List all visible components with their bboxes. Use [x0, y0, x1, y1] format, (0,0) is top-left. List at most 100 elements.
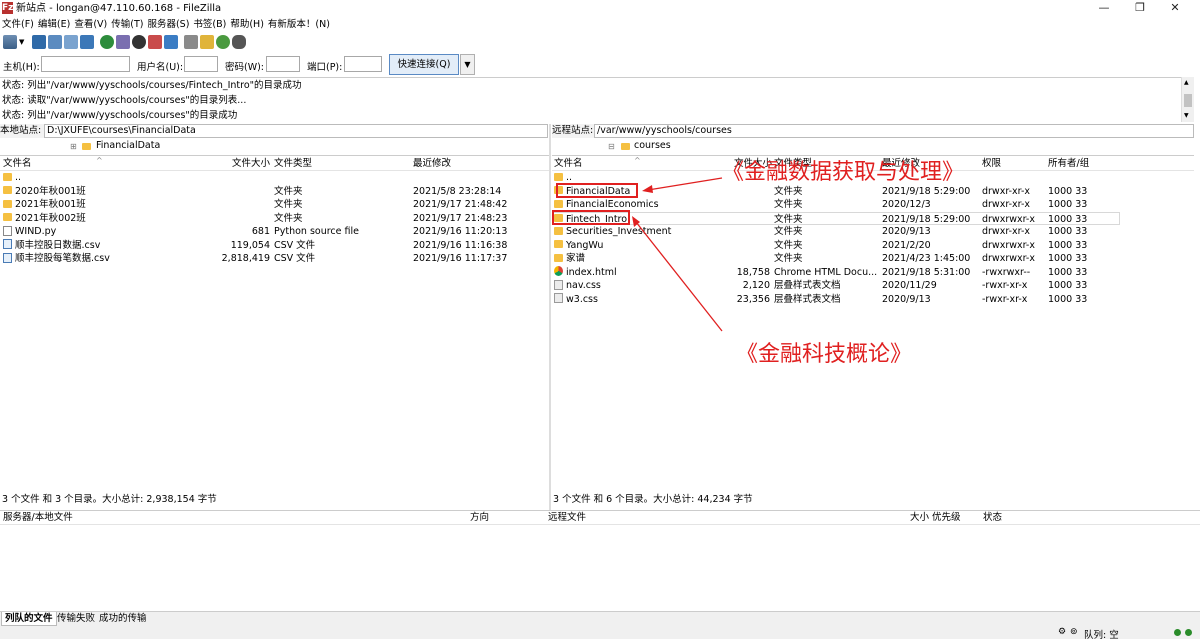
python-file-icon	[3, 225, 12, 236]
css-file-icon	[554, 293, 563, 303]
col-modified[interactable]: 最近修改	[413, 157, 451, 171]
menu-help[interactable]: 帮助(H)	[228, 17, 266, 32]
col-filetype[interactable]: 文件类型	[274, 157, 312, 171]
local-tree-node[interactable]: FinancialData	[96, 139, 160, 153]
file-type: 文件夹	[274, 199, 303, 210]
col-filename[interactable]: 文件名	[554, 157, 583, 171]
file-modified: 2021/2/20	[882, 239, 931, 251]
expand-icon[interactable]: ⊞	[70, 140, 77, 154]
scroll-down-icon[interactable]: ▼	[1184, 112, 1189, 119]
file-permissions: drwxr-xr-x	[982, 199, 1031, 210]
reconnect-icon[interactable]	[164, 34, 179, 49]
file-name: YangWu	[566, 239, 604, 251]
queue-icon[interactable]	[80, 34, 95, 49]
local-tree-icon[interactable]	[48, 34, 63, 49]
pane-splitter[interactable]	[549, 124, 551, 510]
file-modified: 2020/9/13	[882, 293, 931, 305]
menu-bookmarks[interactable]: 书签(B)	[191, 17, 228, 32]
col-size[interactable]: 大小	[910, 511, 929, 525]
scroll-thumb[interactable]	[1184, 94, 1192, 107]
table-row[interactable]: nav.css 2,120 层叠样式表文档 2020/11/29 -rwxr-x…	[552, 279, 1194, 293]
close-icon[interactable]: ✕	[1168, 2, 1182, 14]
site-manager-icon[interactable]	[3, 34, 17, 49]
file-permissions: -rwxr-xr-x	[982, 280, 1028, 291]
menu-new-version[interactable]: 有新版本！(N)	[266, 17, 332, 32]
minimize-icon[interactable]: —	[1097, 2, 1111, 14]
log-scrollbar[interactable]: ▲ ▼	[1181, 77, 1194, 122]
table-row[interactable]: 家谱 文件夹 2021/4/23 1:45:00 drwxrwxr-x 1000…	[552, 252, 1194, 266]
tab-queued-files[interactable]: 列队的文件	[1, 612, 57, 626]
col-filename[interactable]: 文件名	[3, 157, 32, 171]
file-size: 18,758	[736, 266, 770, 278]
password-input[interactable]	[266, 56, 300, 72]
remote-status: 3 个文件 和 6 个目录。大小总计: 44,234 字节	[553, 494, 753, 505]
file-modified: 2020/9/13	[882, 226, 931, 237]
menu-transfer[interactable]: 传输(T)	[109, 17, 145, 32]
file-type: Chrome HTML Docu...	[774, 266, 878, 278]
table-row[interactable]: 2021年秋002班 文件夹 2021/9/17 21:48:23	[0, 212, 549, 226]
local-path-input[interactable]: D:\JXUFE\courses\FinancialData	[44, 124, 548, 138]
menu-file[interactable]: 文件(F)	[0, 17, 36, 32]
col-filesize[interactable]: 文件大小	[232, 157, 270, 171]
table-row[interactable]: index.html 18,758 Chrome HTML Docu... 20…	[552, 266, 1194, 280]
cancel-icon[interactable]	[132, 34, 147, 49]
host-input[interactable]	[41, 56, 130, 72]
file-modified: 2021/9/16 11:16:38	[413, 239, 508, 251]
sync-browse-icon[interactable]	[216, 34, 231, 49]
file-permissions: drwxr-xr-x	[982, 185, 1031, 197]
table-row[interactable]: FinancialData 文件夹 2021/9/18 5:29:00 drwx…	[552, 185, 1194, 199]
tab-successful-transfers[interactable]: 成功的传输	[96, 612, 150, 626]
table-row[interactable]: YangWu 文件夹 2021/2/20 drwxrwxr-x 1000 33	[552, 239, 1194, 253]
remote-tree-node[interactable]: courses	[634, 139, 671, 153]
table-row[interactable]: ..	[0, 171, 549, 185]
remote-path-input[interactable]: /var/www/yyschools/courses	[594, 124, 1194, 138]
username-input[interactable]	[184, 56, 218, 72]
table-row[interactable]: 2020年秋001班 文件夹 2021/5/8 23:28:14	[0, 185, 549, 199]
file-owner: 1000 33	[1048, 266, 1088, 278]
col-permissions[interactable]: 权限	[982, 157, 1001, 171]
table-row[interactable]: Fintech_Intro 文件夹 2021/9/18 5:29:00 drwx…	[552, 211, 1120, 225]
refresh-icon[interactable]	[100, 34, 115, 49]
file-modified: 2021/9/17 21:48:23	[413, 212, 508, 224]
file-name: ..	[566, 172, 573, 183]
remote-tree-icon[interactable]	[64, 34, 79, 49]
col-server-local-file[interactable]: 服务器/本地文件	[3, 511, 73, 525]
col-owner[interactable]: 所有者/组	[1048, 157, 1089, 171]
menu-view[interactable]: 查看(V)	[72, 17, 109, 32]
table-row[interactable]: 2021年秋001班 文件夹 2021/9/17 21:48:42	[0, 198, 549, 212]
process-queue-icon[interactable]	[116, 34, 131, 49]
maximize-icon[interactable]: ❐	[1133, 2, 1147, 14]
port-input[interactable]	[344, 56, 382, 72]
col-priority[interactable]: 优先级	[932, 511, 961, 525]
site-manager-dropdown-icon[interactable]: ▼	[19, 38, 24, 46]
disconnect-icon[interactable]	[148, 34, 163, 49]
table-row[interactable]: Securities_Investment 文件夹 2020/9/13 drwx…	[552, 225, 1194, 239]
table-row[interactable]: FinancialEconomics 文件夹 2020/12/3 drwxr-x…	[552, 198, 1194, 212]
filter-icon[interactable]	[184, 34, 199, 49]
find-binoculars-icon[interactable]	[232, 34, 247, 49]
folder-icon	[3, 199, 12, 208]
collapse-icon[interactable]: ⊟	[608, 140, 615, 154]
menu-server[interactable]: 服务器(S)	[145, 17, 191, 32]
file-permissions: drwxr-xr-x	[982, 226, 1031, 237]
scroll-up-icon[interactable]: ▲	[1184, 79, 1189, 86]
quickconnect-dropdown-icon[interactable]: ▼	[460, 54, 475, 75]
table-row[interactable]: 顺丰控股日数据.csv 119,054 CSV 文件 2021/9/16 11:…	[0, 239, 549, 253]
table-row[interactable]: WIND.py 681 Python source file 2021/9/16…	[0, 225, 549, 239]
quickconnect-button[interactable]: 快速连接(Q)	[389, 54, 459, 75]
local-tree: ⊞ FinancialData	[0, 139, 549, 156]
folder-icon	[554, 172, 563, 181]
port-label: 端口(P):	[307, 62, 343, 73]
file-modified: 2021/9/17 21:48:42	[413, 199, 508, 210]
table-row[interactable]: 顺丰控股每笔数据.csv 2,818,419 CSV 文件 2021/9/16 …	[0, 252, 549, 266]
table-row[interactable]: w3.css 23,356 层叠样式表文档 2020/9/13 -rwxr-xr…	[552, 293, 1194, 307]
col-status[interactable]: 状态	[983, 511, 1002, 525]
compare-icon[interactable]	[200, 34, 215, 49]
message-log-icon[interactable]	[32, 34, 47, 49]
menu-edit[interactable]: 编辑(E)	[36, 17, 72, 32]
tab-failed-transfers[interactable]: 传输失败	[54, 612, 98, 626]
col-remote-file[interactable]: 远程文件	[548, 511, 586, 525]
col-direction[interactable]: 方向	[470, 511, 489, 525]
csv-file-icon	[3, 239, 12, 249]
csv-file-icon	[3, 252, 12, 263]
